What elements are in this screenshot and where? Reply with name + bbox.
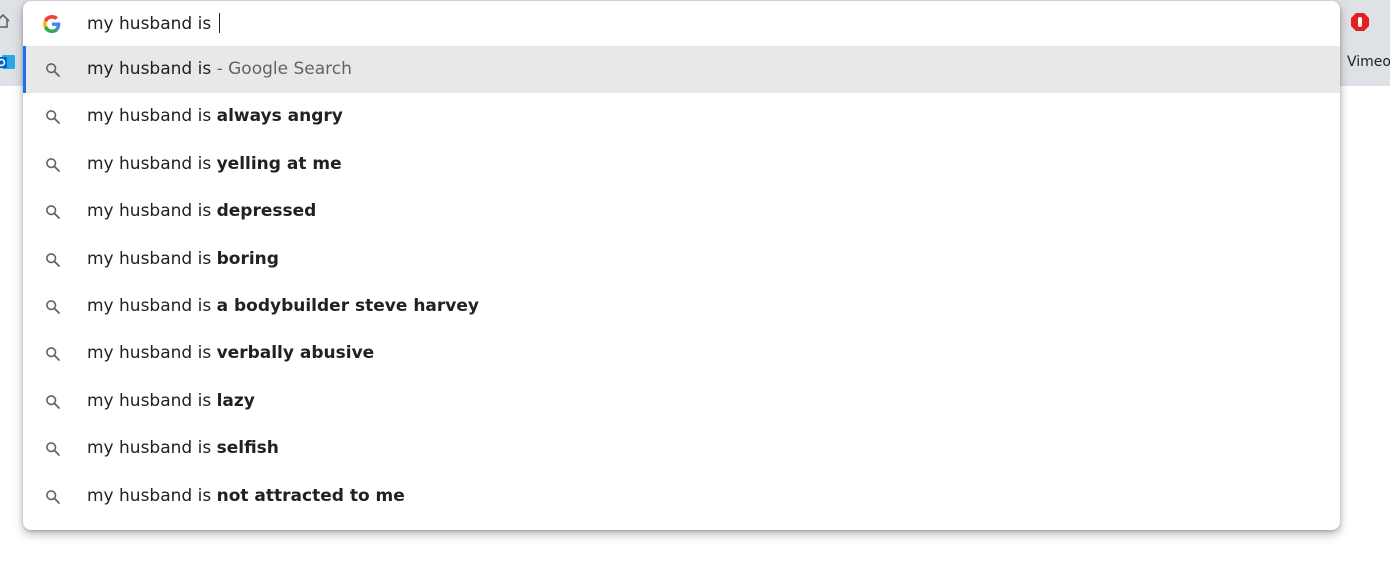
- search-icon: [46, 300, 60, 314]
- text-caret: [218, 13, 220, 33]
- home-icon[interactable]: [0, 12, 12, 30]
- suggestion-prefix: my husband is: [87, 343, 217, 364]
- suggestion-text: my husband is lazy: [87, 391, 255, 411]
- adblock-icon[interactable]: [1350, 12, 1370, 32]
- outlook-icon[interactable]: [0, 52, 16, 72]
- suggestion-prefix: my husband is: [87, 248, 217, 269]
- suggestion-row[interactable]: my husband is depressed: [23, 188, 1340, 235]
- suggestion-row[interactable]: my husband is always angry: [23, 93, 1340, 140]
- suggestion-text: my husband is a bodybuilder steve harvey: [87, 296, 479, 316]
- search-icon: [46, 394, 60, 409]
- suggestion-completion: lazy: [216, 390, 255, 411]
- suggestion-completion: selfish: [216, 438, 279, 459]
- selection-indicator: [23, 46, 26, 93]
- suggestion-completion: always angry: [216, 106, 343, 127]
- suggestion-row[interactable]: my husband is lazy: [23, 378, 1340, 425]
- suggestion-text: my husband is boring: [87, 249, 279, 269]
- search-icon: [46, 347, 60, 362]
- search-icon: [46, 63, 60, 77]
- suggestion-text: my husband is - Google Search: [87, 59, 352, 79]
- suggestion-completion: a bodybuilder steve harvey: [216, 296, 479, 316]
- suggestion-text: my husband is not attracted to me: [87, 486, 405, 506]
- suggestion-prefix: my husband is: [87, 485, 217, 506]
- suggestion-text: my husband is selfish: [87, 438, 279, 458]
- bookmark-vimeo[interactable]: Vimeo: [1347, 54, 1390, 70]
- omnibox-dropdown: my husband is my husband is - Google Sea…: [23, 1, 1340, 530]
- suggestion-completion: not attracted to me: [216, 485, 405, 506]
- search-icon: [46, 442, 60, 457]
- suggestion-row[interactable]: my husband is selfish: [23, 425, 1340, 472]
- suggestion-row[interactable]: my husband is not attracted to me: [23, 473, 1340, 520]
- suggestion-row[interactable]: my husband is - Google Search: [23, 46, 1340, 93]
- suggestion-completion: verbally abusive: [216, 343, 375, 364]
- suggestion-completion: boring: [216, 248, 279, 269]
- query-value: my husband is: [87, 14, 217, 34]
- suggestion-prefix: my husband is: [87, 59, 217, 79]
- suggestion-prefix: my husband is: [87, 201, 217, 222]
- search-icon: [46, 205, 60, 220]
- suggestion-text: my husband is yelling at me: [87, 154, 342, 174]
- search-icon: [46, 252, 60, 267]
- suggestion-row[interactable]: my husband is yelling at me: [23, 141, 1340, 188]
- search-icon: [46, 489, 60, 504]
- search-icon: [46, 110, 60, 125]
- suggestion-text: my husband is always angry: [87, 106, 343, 126]
- suggestion-prefix: my husband is: [87, 296, 217, 316]
- suggestion-suffix: - Google Search: [216, 59, 352, 79]
- suggestion-text: my husband is verbally abusive: [87, 343, 374, 363]
- google-g-icon: [43, 15, 61, 33]
- suggestion-prefix: my husband is: [87, 106, 217, 127]
- suggestion-row[interactable]: my husband is boring: [23, 236, 1340, 283]
- suggestion-row[interactable]: my husband is a bodybuilder steve harvey: [23, 283, 1340, 330]
- suggestion-completion: yelling at me: [216, 153, 342, 174]
- suggestion-row[interactable]: my husband is verbally abusive: [23, 330, 1340, 377]
- suggestion-prefix: my husband is: [87, 438, 217, 459]
- suggestion-text: my husband is depressed: [87, 201, 316, 221]
- omnibox-query-text[interactable]: my husband is: [87, 13, 220, 34]
- omnibox-input[interactable]: my husband is: [23, 1, 1340, 46]
- suggestion-completion: depressed: [216, 201, 317, 222]
- search-icon: [46, 157, 60, 172]
- suggestion-prefix: my husband is: [87, 390, 217, 411]
- suggestion-prefix: my husband is: [87, 153, 217, 174]
